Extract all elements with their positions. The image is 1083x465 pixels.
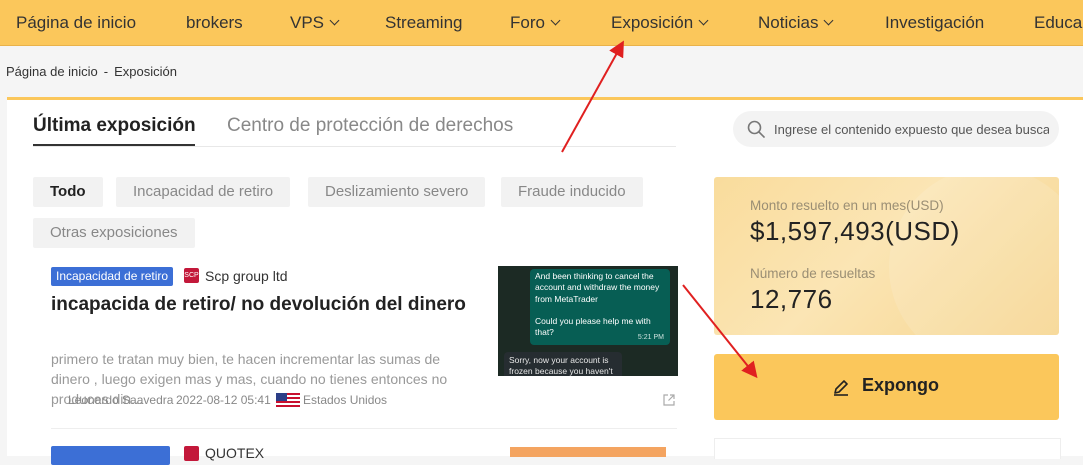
search-input[interactable] <box>774 111 1049 147</box>
breadcrumb-home[interactable]: Página de inicio <box>6 64 98 79</box>
chevron-down-icon <box>824 15 834 26</box>
chat-message: And been thinking to cancel the account … <box>535 271 660 304</box>
nav-investigacion[interactable]: Investigación <box>885 0 984 45</box>
monthly-resolved-value: $1,597,493(USD) <box>750 216 960 246</box>
search-icon[interactable] <box>746 119 766 139</box>
breadcrumb-current: Exposición <box>114 64 178 79</box>
broker-logo[interactable]: SCP <box>184 268 199 283</box>
search-box <box>733 111 1059 147</box>
expose-button-label: Expongo <box>862 375 939 395</box>
nav-noticias-label: Noticias <box>758 13 819 32</box>
nav-foro[interactable]: Foro <box>510 0 561 45</box>
resolved-count-value: 12,776 <box>750 284 833 314</box>
post-thumbnail[interactable] <box>510 447 666 457</box>
tab-rights-protection[interactable]: Centro de protección de derechos <box>227 115 513 137</box>
nav-home[interactable]: Página de inicio <box>16 0 136 45</box>
post-thumbnail[interactable]: And been thinking to cancel the account … <box>498 266 678 376</box>
breadcrumb: Página de inicio - Exposición <box>6 64 177 79</box>
filter-fraud[interactable]: Fraude inducido <box>501 177 643 207</box>
share-icon[interactable] <box>662 393 676 407</box>
chevron-down-icon <box>329 15 340 26</box>
broker-name[interactable]: QUOTEX <box>205 445 264 461</box>
nav-noticias[interactable]: Noticias <box>758 0 834 45</box>
broker-logo[interactable] <box>184 446 199 461</box>
nav-vps[interactable]: VPS <box>290 0 340 45</box>
chat-bubble-incoming: Sorry, now your account is frozen becaus… <box>504 352 622 376</box>
chat-time: 5:21 PM <box>637 333 664 341</box>
tab-latest-exposure[interactable]: Última exposición <box>33 115 196 137</box>
nav-brokers[interactable]: brokers <box>186 0 243 45</box>
filter-withdrawal[interactable]: Incapacidad de retiro <box>116 177 291 207</box>
filter-todo[interactable]: Todo <box>33 177 103 207</box>
top-navigation: Página de inicio brokers VPS Streaming F… <box>0 0 1083 46</box>
pen-icon <box>834 380 848 396</box>
nav-exposicion-label: Exposición <box>611 13 694 32</box>
post-title[interactable]: incapacida de retiro/ no devolución del … <box>51 291 491 318</box>
resolved-count-label: Número de resueltas <box>750 266 876 281</box>
broker-name[interactable]: Scp group ltd <box>205 268 288 284</box>
side-card <box>714 438 1061 459</box>
tab-baseline <box>33 146 676 147</box>
category-badge[interactable]: Incapacidad de retiro <box>51 267 174 286</box>
chevron-down-icon <box>698 15 709 26</box>
post-country: Estados Unidos <box>303 393 388 407</box>
tab-active-indicator <box>33 144 195 146</box>
filter-other[interactable]: Otras exposiciones <box>33 218 195 248</box>
post-author: Leonardo Saavedra <box>68 393 174 407</box>
nav-streaming[interactable]: Streaming <box>385 0 462 45</box>
post-datetime: 2022-08-12 05:41 <box>176 393 271 407</box>
stats-card: Monto resuelto en un mes(USD) $1,597,493… <box>714 177 1059 335</box>
nav-vps-label: VPS <box>290 13 325 32</box>
list-divider <box>51 428 677 429</box>
chevron-down-icon <box>550 15 561 26</box>
nav-educacion[interactable]: Educac <box>1034 0 1083 45</box>
chat-bubble-outgoing: And been thinking to cancel the account … <box>530 269 670 345</box>
us-flag-icon <box>276 393 300 408</box>
category-badge[interactable] <box>51 446 170 465</box>
nav-foro-label: Foro <box>510 13 545 32</box>
monthly-resolved-label: Monto resuelto en un mes(USD) <box>750 198 944 213</box>
filter-slippage[interactable]: Deslizamiento severo <box>308 177 486 207</box>
nav-exposicion[interactable]: Exposición <box>611 0 709 45</box>
expose-button[interactable]: Expongo <box>714 354 1059 420</box>
breadcrumb-separator: - <box>103 64 109 79</box>
